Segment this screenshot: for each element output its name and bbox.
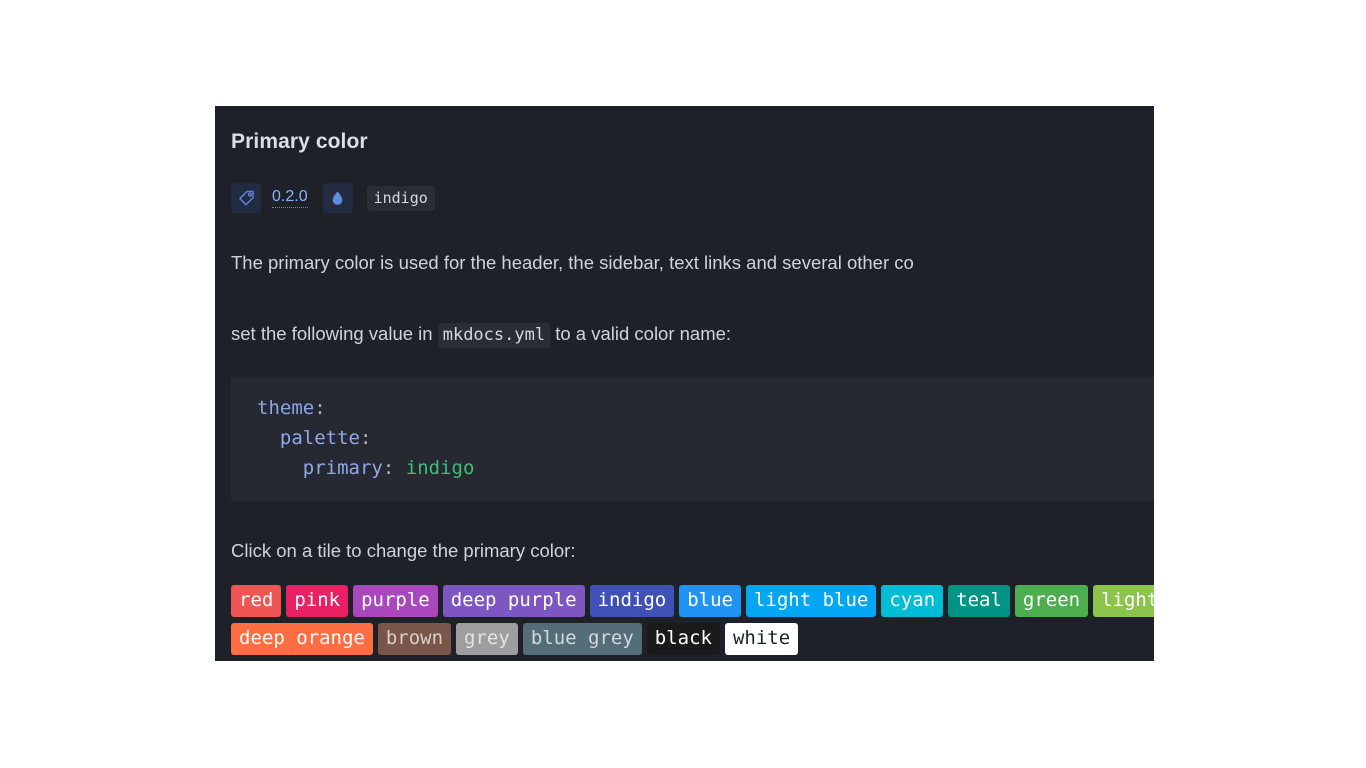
yaml-colon-3: :	[382, 457, 395, 479]
yaml-code: theme: palette: primary: indigo	[231, 393, 1154, 483]
metadata-row: 0.2.0 indigo	[231, 183, 1154, 213]
documentation-content: Primary color 0.2.0 indigo The primary c…	[215, 106, 1154, 661]
color-tile-indigo[interactable]: indigo	[589, 585, 675, 617]
yaml-key-palette: palette	[279, 427, 360, 449]
color-tile-green[interactable]: green	[1014, 585, 1089, 617]
paragraph-text-after: to a valid color name:	[550, 323, 732, 344]
paragraph-text-before: set the following value in	[231, 323, 438, 344]
intro-paragraph-line-1: The primary color is used for the header…	[231, 252, 914, 273]
color-tile-deep-purple[interactable]: deep purple	[442, 585, 585, 617]
color-tile-deep-orange[interactable]: deep orange	[231, 623, 373, 655]
color-tile-light-green[interactable]: light green	[1093, 585, 1154, 617]
mkdocs-yml-code: mkdocs.yml	[437, 323, 551, 348]
color-tile-purple[interactable]: purple	[353, 585, 438, 617]
color-tile-red[interactable]: red	[231, 585, 282, 617]
yaml-colon-2: :	[359, 427, 372, 449]
water-drop-icon	[322, 183, 353, 213]
color-tile-white[interactable]: white	[724, 623, 799, 655]
tile-row: red pink purple deep purple indigo blue light …	[231, 585, 1154, 617]
yaml-key-theme: theme	[257, 397, 315, 419]
yaml-key-primary: primary	[302, 457, 383, 479]
color-tile-grid: red pink purple deep purple indigo blue light …	[231, 585, 1154, 655]
color-tile-teal[interactable]: teal	[948, 585, 1010, 617]
documentation-panel: Primary color 0.2.0 indigo The primary c…	[215, 106, 1154, 661]
color-tile-blue-grey[interactable]: blue grey	[522, 623, 642, 655]
page-title: Primary color	[231, 130, 368, 153]
primary-color-value: indigo	[366, 185, 435, 211]
color-tile-cyan[interactable]: cyan	[881, 585, 944, 617]
version-link[interactable]: 0.2.0	[272, 188, 308, 208]
screenshot-stage: Primary color 0.2.0 indigo The primary c…	[0, 0, 1366, 768]
intro-paragraph-line-2: set the following value in mkdocs.yml to…	[231, 314, 1154, 355]
color-tile-black[interactable]: black	[646, 623, 720, 655]
color-tile-pink[interactable]: pink	[286, 585, 349, 617]
yaml-value-indigo: indigo	[405, 457, 475, 479]
yaml-code-block: theme: palette: primary: indigo	[231, 377, 1154, 501]
color-value-metadata: indigo	[322, 183, 435, 213]
color-tile-blue[interactable]: blue	[679, 585, 741, 617]
color-tile-grey[interactable]: grey	[456, 623, 518, 655]
color-tile-light-blue[interactable]: light blue	[745, 585, 877, 617]
yaml-colon-1: :	[314, 397, 326, 419]
color-tile-brown[interactable]: brown	[377, 623, 452, 655]
tile-row: deep orange brown grey blue grey black white	[231, 623, 1154, 655]
version-metadata: 0.2.0	[231, 183, 323, 213]
tag-icon	[231, 183, 261, 213]
tiles-caption: Click on a tile to change the primary co…	[231, 540, 576, 561]
